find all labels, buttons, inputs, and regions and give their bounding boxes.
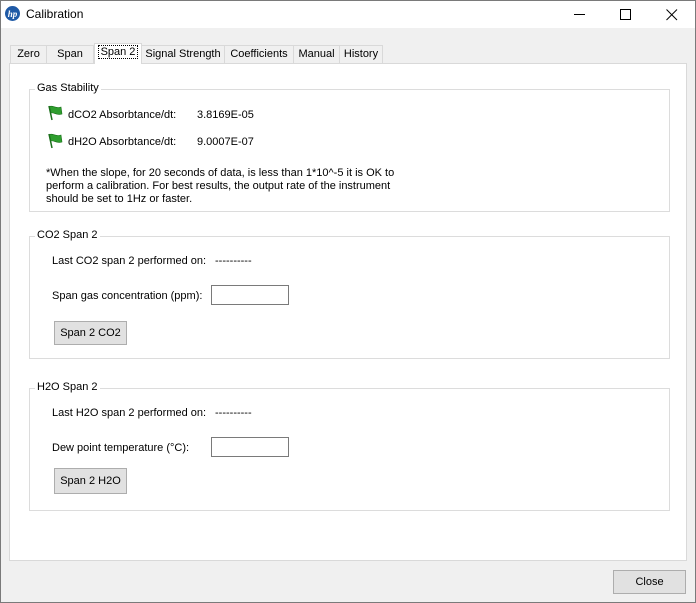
window-title: Calibration	[26, 7, 84, 21]
last-co2-span2-label: Last CO2 span 2 performed on:	[52, 255, 207, 267]
tab-label: Span 2	[97, 45, 139, 59]
tab-coefficients[interactable]: Coefficients	[224, 45, 294, 63]
gas-stability-group: Gas Stability dCO2 Absorbtance/dt: 3.816…	[29, 82, 670, 212]
stability-note-line-2: perform a calibration. For best results,…	[46, 180, 391, 192]
last-co2-span2-value: ----------	[215, 255, 252, 267]
tab-label: Signal Strength	[145, 48, 221, 60]
svg-text:hp: hp	[8, 9, 18, 19]
tab-panel-span-2: Gas Stability dCO2 Absorbtance/dt: 3.816…	[9, 63, 687, 561]
tab-label: Zero	[17, 48, 40, 60]
tab-label: History	[343, 48, 379, 60]
span-2-co2-button[interactable]: Span 2 CO2	[54, 321, 127, 345]
dew-point-temperature-label: Dew point temperature (°C):	[52, 442, 190, 454]
dco2-label: dCO2 Absorbtance/dt:	[68, 109, 177, 121]
tab-label: Span	[57, 48, 83, 60]
dco2-value: 3.8169E-05	[197, 109, 254, 121]
group-title: Gas Stability	[35, 82, 101, 94]
group-title: H2O Span 2	[35, 381, 100, 393]
span-gas-concentration-label: Span gas concentration (ppm):	[52, 290, 203, 302]
dh2o-label: dH2O Absorbtance/dt:	[68, 136, 177, 148]
close-icon	[666, 9, 678, 21]
window-close-button[interactable]	[649, 1, 695, 28]
tab-zero[interactable]: Zero	[10, 45, 47, 63]
last-h2o-span2-value: ----------	[215, 407, 252, 419]
span-gas-concentration-input[interactable]	[211, 285, 289, 305]
tab-signal-strength[interactable]: Signal Strength	[141, 45, 225, 63]
h2o-span2-group: H2O Span 2 Last H2O span 2 performed on:…	[29, 381, 670, 511]
dh2o-value: 9.0007E-07	[197, 136, 254, 148]
stability-note-line-3: should be set to 1Hz or faster.	[46, 193, 193, 205]
minimize-icon	[574, 14, 585, 15]
group-title: CO2 Span 2	[35, 229, 100, 241]
hp-logo-icon: hp	[5, 6, 20, 21]
close-button[interactable]: Close	[613, 570, 686, 594]
title-bar[interactable]: hp Calibration	[1, 1, 695, 28]
tab-manual[interactable]: Manual	[293, 45, 340, 63]
tab-span[interactable]: Span	[46, 45, 94, 63]
tab-label: Coefficients	[230, 48, 288, 60]
minimize-button[interactable]	[557, 1, 603, 28]
stability-note-line-1: *When the slope, for 20 seconds of data,…	[46, 167, 395, 179]
maximize-icon	[620, 9, 631, 20]
tab-history[interactable]: History	[339, 45, 383, 63]
co2-span2-group: CO2 Span 2 Last CO2 span 2 performed on:…	[29, 229, 670, 359]
maximize-button[interactable]	[603, 1, 649, 28]
green-flag-icon	[48, 105, 63, 121]
last-h2o-span2-label: Last H2O span 2 performed on:	[52, 407, 207, 419]
green-flag-icon	[48, 133, 63, 149]
tab-span-2[interactable]: Span 2	[94, 43, 142, 64]
span-2-h2o-button[interactable]: Span 2 H2O	[54, 468, 127, 494]
calibration-window: hp Calibration Zero Span Span 2 Signal S…	[0, 0, 696, 603]
dew-point-temperature-input[interactable]	[211, 437, 289, 457]
tab-label: Manual	[298, 48, 335, 60]
